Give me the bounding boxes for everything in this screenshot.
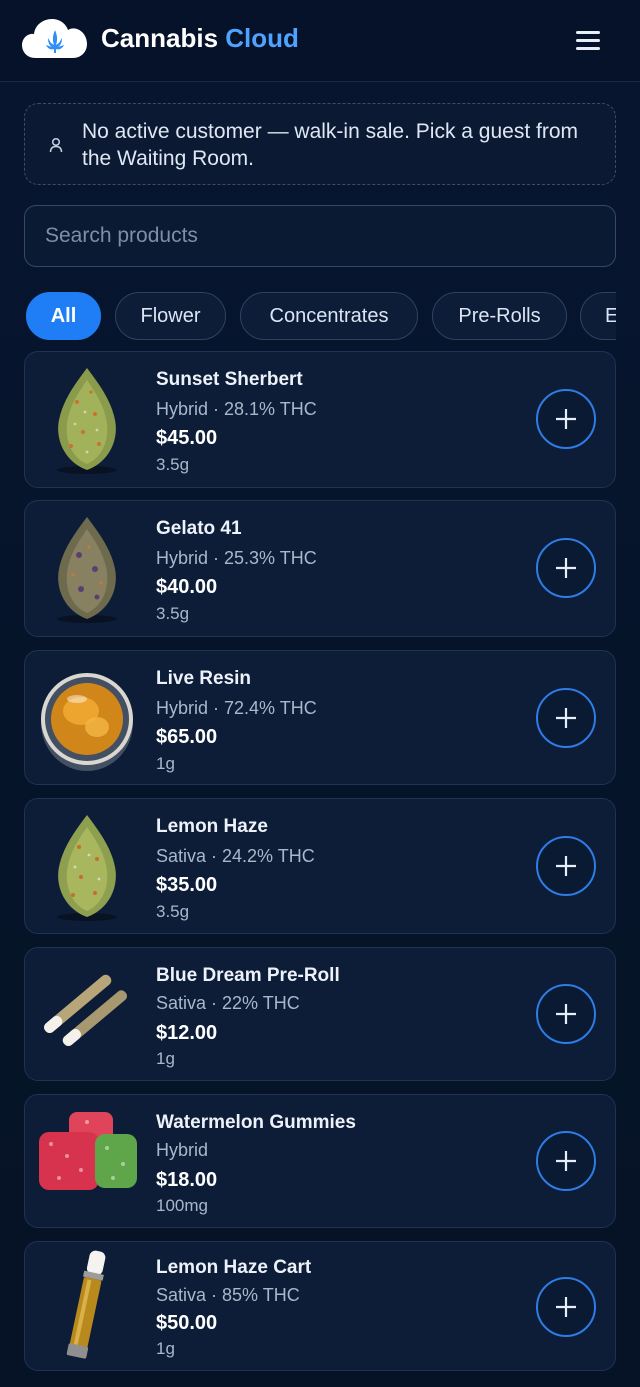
notice-text: No active customer — walk-in sale. Pick … [82, 120, 579, 170]
cloud-leaf-icon [22, 19, 87, 58]
product-card-gelato-41[interactable]: Gelato 41 Hybrid · 25.3% THC $40.00 3.5g [24, 500, 616, 637]
product-meta: Hybrid · 72.4% THC [156, 698, 317, 718]
product-card-lemon-haze[interactable]: Lemon Haze Sativa · 24.2% THC $35.00 3.5… [24, 798, 616, 934]
product-price: $35.00 [156, 874, 218, 896]
pre-rolls-image [44, 974, 128, 1047]
product-name: Sunset Sherbert [156, 369, 303, 390]
product-size: 3.5g [156, 455, 190, 474]
plus-icon [556, 856, 576, 876]
product-card-lemon-haze-cart[interactable]: Lemon Haze Cart Sativa · 85% THC $50.00 … [24, 1241, 616, 1371]
product-meta: Hybrid · 25.3% THC [156, 548, 317, 568]
product-size: 1g [156, 1339, 175, 1358]
add-to-cart-button[interactable] [536, 984, 596, 1044]
product-price: $45.00 [156, 427, 218, 449]
product-size: 3.5g [156, 604, 190, 623]
product-size: 1g [156, 754, 175, 773]
brand-title: Cannabis Cloud [101, 22, 299, 54]
chip-edibles-partial[interactable]: E [580, 292, 616, 340]
search-box [24, 205, 616, 267]
add-to-cart-button[interactable] [536, 836, 596, 896]
product-card-sunset-sherbert[interactable]: Sunset Sherbert Hybrid · 28.1% THC $45.0… [24, 351, 616, 488]
top-bar: Cannabis Cloud [0, 0, 640, 82]
product-card-blue-dream-pre-roll[interactable]: Blue Dream Pre-Roll Sativa · 22% THC $12… [24, 947, 616, 1081]
add-to-cart-button[interactable] [536, 1277, 596, 1337]
plus-icon [556, 1004, 576, 1024]
product-price: $40.00 [156, 576, 218, 598]
product-price: $18.00 [156, 1169, 218, 1191]
product-name: Live Resin [156, 668, 252, 689]
product-card-watermelon-gummies[interactable]: Watermelon Gummies Hybrid $18.00 100mg [24, 1094, 616, 1228]
flower-bud-image [57, 368, 117, 474]
vape-cartridge-image [66, 1250, 106, 1359]
add-to-cart-button[interactable] [536, 389, 596, 449]
flower-bud-image [57, 815, 117, 921]
search-input[interactable] [25, 206, 615, 266]
product-size: 3.5g [156, 902, 190, 921]
plus-icon [556, 708, 576, 728]
concentrate-jar-image [41, 673, 133, 771]
product-size: 1g [156, 1049, 175, 1068]
product-name: Gelato 41 [156, 518, 242, 539]
brand-word-cloud: Cloud [225, 23, 299, 53]
plus-icon [556, 1297, 576, 1317]
chip-concentrates[interactable]: Concentrates [240, 292, 418, 340]
product-name: Lemon Haze Cart [156, 1257, 312, 1278]
product-price: $50.00 [156, 1312, 218, 1334]
product-meta: Hybrid [156, 1140, 209, 1160]
flower-bud-image [57, 517, 117, 623]
chip-flower[interactable]: Flower [115, 292, 226, 340]
product-name: Blue Dream Pre-Roll [156, 965, 340, 986]
user-icon [49, 137, 63, 153]
product-meta: Sativa · 85% THC [156, 1285, 300, 1305]
hamburger-menu-button[interactable] [568, 24, 608, 56]
plus-icon [556, 558, 576, 578]
chip-all[interactable]: All [26, 292, 101, 340]
hamburger-icon [576, 31, 600, 34]
add-to-cart-button[interactable] [536, 688, 596, 748]
gummies-image [39, 1112, 137, 1190]
product-price: $12.00 [156, 1022, 218, 1044]
plus-icon [556, 409, 576, 429]
brand-word-cannabis: Cannabis [101, 23, 219, 53]
chip-pre-rolls[interactable]: Pre-Rolls [432, 292, 567, 340]
product-name: Watermelon Gummies [156, 1112, 356, 1133]
product-meta: Sativa · 22% THC [156, 993, 300, 1013]
product-card-live-resin[interactable]: Live Resin Hybrid · 72.4% THC $65.00 1g [24, 650, 616, 785]
product-price: $65.00 [156, 726, 218, 748]
plus-icon [556, 1151, 576, 1171]
product-meta: Sativa · 24.2% THC [156, 846, 315, 866]
product-meta: Hybrid · 28.1% THC [156, 399, 317, 419]
walk-in-notice: No active customer — walk-in sale. Pick … [24, 103, 616, 185]
product-size: 100mg [156, 1196, 208, 1215]
product-name: Lemon Haze [156, 816, 268, 837]
category-filter-bar: All Flower Concentrates Pre-Rolls E [0, 291, 616, 341]
add-to-cart-button[interactable] [536, 1131, 596, 1191]
add-to-cart-button[interactable] [536, 538, 596, 598]
